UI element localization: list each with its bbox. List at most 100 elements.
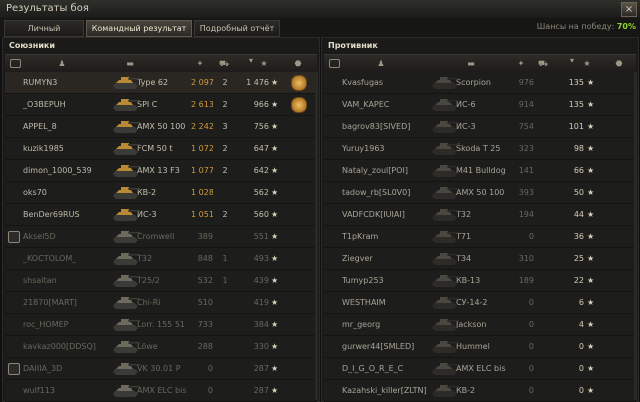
tank-name: T25/2 bbox=[137, 276, 160, 285]
player-name: Kazahski_killer[ZLTN] bbox=[342, 386, 427, 395]
damage-value: 1 051 bbox=[191, 210, 213, 219]
xp-value: 1 476 bbox=[246, 78, 269, 87]
close-button[interactable]: × bbox=[621, 2, 637, 17]
star-icon: ★ bbox=[271, 166, 279, 175]
player-row[interactable]: dimon_1000_539 AMX 13 F3 1 077 2 642 ★ bbox=[5, 160, 317, 182]
tab-personal-result[interactable]: Личный результат bbox=[4, 20, 84, 48]
medal-sort-icon[interactable]: ⬣ bbox=[612, 59, 626, 68]
player-row[interactable]: Tumyp253 КВ-13 189 22 ★ bbox=[324, 270, 636, 292]
player-row[interactable]: shsaitan T25/2 532 1 439 ★ bbox=[5, 270, 317, 292]
player-row[interactable]: _O3BEPUH SPI C 2 613 2 966 ★ bbox=[5, 94, 317, 116]
star-icon: ★ bbox=[587, 100, 595, 109]
tank-icon bbox=[113, 319, 140, 331]
tank-icon bbox=[432, 341, 459, 353]
platoon-sort-icon[interactable] bbox=[329, 59, 340, 68]
player-sort-icon[interactable]: ♟ bbox=[57, 59, 67, 68]
player-row[interactable]: BenDer69RUS ИС-3 1 051 2 560 ★ bbox=[5, 204, 317, 226]
damage-value: 510 bbox=[197, 298, 213, 307]
player-name: 21870[MART] bbox=[23, 298, 77, 307]
player-row[interactable]: D_I_G_O_R_E_C AMX ELC bis 0 0 ★ bbox=[324, 358, 636, 380]
player-row[interactable]: oks70 КВ-2 1 028 562 ★ bbox=[5, 182, 317, 204]
damage-value: 389 bbox=[197, 232, 213, 241]
player-row[interactable]: Kvasfugas Scorpion 976 135 ★ bbox=[324, 72, 636, 94]
xp-value: 25 bbox=[573, 254, 584, 263]
player-row[interactable]: kavkaz000[DDSQ] Löwe 288 330 ★ bbox=[5, 336, 317, 358]
player-row[interactable]: roc_HOMEP Lorr. 155 51 733 384 ★ bbox=[5, 314, 317, 336]
player-row[interactable]: Yuruy1963 Škoda T 25 323 98 ★ bbox=[324, 138, 636, 160]
player-row[interactable]: Kazahski_killer[ZLTN] КВ-2 0 0 ★ bbox=[324, 380, 636, 402]
player-row[interactable]: WESTHAIM СУ-14-2 0 6 ★ bbox=[324, 292, 636, 314]
star-icon: ★ bbox=[587, 320, 595, 329]
tank-icon bbox=[113, 121, 140, 133]
xp-value: 0 bbox=[578, 386, 584, 395]
player-name: Kvasfugas bbox=[342, 78, 384, 87]
player-row[interactable]: _KOCTOLOM_ T32 848 1 493 ★ bbox=[5, 248, 317, 270]
damage-sort-icon[interactable]: ✦ bbox=[193, 59, 207, 68]
player-row[interactable]: Nataly_zoul[POI] M41 Bulldog 141 66 ★ bbox=[324, 160, 636, 182]
player-sort-icon[interactable]: ♟ bbox=[376, 59, 386, 68]
tank-name: Lorr. 155 51 bbox=[137, 320, 185, 329]
star-icon: ★ bbox=[271, 320, 279, 329]
player-name: dimon_1000_539 bbox=[23, 166, 92, 175]
player-row[interactable]: gurwer44[SMLED] Hummel 0 0 ★ bbox=[324, 336, 636, 358]
kills-value: 2 bbox=[222, 100, 228, 109]
xp-value: 439 bbox=[253, 276, 269, 285]
allies-scrollbar[interactable] bbox=[315, 72, 318, 400]
tank-icon bbox=[432, 275, 459, 287]
medal-sort-icon[interactable]: ⬣ bbox=[291, 59, 305, 68]
damage-value: 2 097 bbox=[191, 78, 213, 87]
player-row[interactable]: wulf113 AMX ELC bis 0 287 ★ bbox=[5, 380, 317, 402]
player-row[interactable]: Aksel5D Cromwell 389 551 ★ bbox=[5, 226, 317, 248]
star-icon: ★ bbox=[271, 386, 279, 395]
xp-value: 966 bbox=[253, 100, 269, 109]
player-row[interactable]: bagrov83[SIVED] ИС-3 754 101 ★ bbox=[324, 116, 636, 138]
kills-sort-icon[interactable]: ⛟ bbox=[536, 59, 550, 68]
tank-icon bbox=[113, 77, 140, 89]
player-row[interactable]: 21870[MART] Chi-Ri 510 419 ★ bbox=[5, 292, 317, 314]
tank-sort-icon[interactable]: ▬ bbox=[464, 59, 478, 68]
player-row[interactable]: mr_georg Jackson 0 4 ★ bbox=[324, 314, 636, 336]
damage-sort-icon[interactable]: ✦ bbox=[514, 59, 528, 68]
xp-value: 98 bbox=[573, 144, 584, 153]
xp-sort-icon[interactable]: ★ bbox=[580, 59, 594, 68]
medal-icon bbox=[291, 75, 307, 91]
tank-sort-icon[interactable]: ▬ bbox=[123, 59, 137, 68]
tank-icon bbox=[432, 363, 459, 375]
player-row[interactable]: RUMYN3 Type 62 2 097 2 1 476 ★ bbox=[5, 72, 317, 94]
player-row[interactable]: VAM_KAPEC ИС-6 914 135 ★ bbox=[324, 94, 636, 116]
xp-value: 384 bbox=[253, 320, 269, 329]
kills-value bbox=[538, 187, 550, 198]
damage-value: 0 bbox=[528, 298, 534, 307]
player-row[interactable]: DAIIIA_3D VK 30.01 P 0 287 ★ bbox=[5, 358, 317, 380]
tab-detailed-report[interactable]: Подробный отчёт bbox=[194, 20, 280, 37]
kills-value: 2 bbox=[222, 78, 228, 87]
player-row[interactable]: VADFCDK[IUIAI] T32 194 44 ★ bbox=[324, 204, 636, 226]
enemies-scrollbar[interactable] bbox=[634, 72, 637, 400]
player-name: WESTHAIM bbox=[342, 298, 386, 307]
player-row[interactable]: kuzik1985 FCM 50 t 1 072 2 647 ★ bbox=[5, 138, 317, 160]
tank-name: SPI C bbox=[137, 100, 158, 109]
tank-name: Jackson bbox=[456, 320, 487, 329]
tank-icon bbox=[432, 165, 459, 177]
damage-value: 0 bbox=[528, 232, 534, 241]
platoon-sort-icon[interactable] bbox=[10, 59, 21, 68]
player-row[interactable]: Ziegver T34 310 25 ★ bbox=[324, 248, 636, 270]
player-name: wulf113 bbox=[23, 386, 55, 395]
damage-value: 194 bbox=[518, 210, 534, 219]
xp-sort-icon[interactable]: ★ bbox=[257, 59, 271, 68]
tab-team-result[interactable]: Командный результат bbox=[86, 20, 192, 37]
window-title: Результаты боя bbox=[6, 3, 89, 14]
player-row[interactable]: T1pKram T71 0 36 ★ bbox=[324, 226, 636, 248]
star-icon: ★ bbox=[587, 78, 595, 87]
player-row[interactable]: APPEL_8 AMX 50 100 2 242 3 756 ★ bbox=[5, 116, 317, 138]
player-name: VAM_KAPEC bbox=[342, 100, 390, 109]
damage-value: 310 bbox=[518, 254, 534, 263]
tank-name: Škoda T 25 bbox=[456, 144, 501, 153]
kills-sort-icon[interactable]: ⛟ bbox=[217, 59, 231, 68]
player-row[interactable]: tadow_rb[SL0V0] AMX 50 100 393 50 ★ bbox=[324, 182, 636, 204]
star-icon: ★ bbox=[271, 298, 279, 307]
tank-name: VK 30.01 P bbox=[137, 364, 181, 373]
tank-name: T32 bbox=[137, 254, 153, 263]
allies-panel: Союзники ♟ ▬ ✦ ⛟ ★ ▾ ⬣ RUMYN3 Type 62 2 09… bbox=[2, 37, 320, 402]
star-icon: ★ bbox=[587, 276, 595, 285]
